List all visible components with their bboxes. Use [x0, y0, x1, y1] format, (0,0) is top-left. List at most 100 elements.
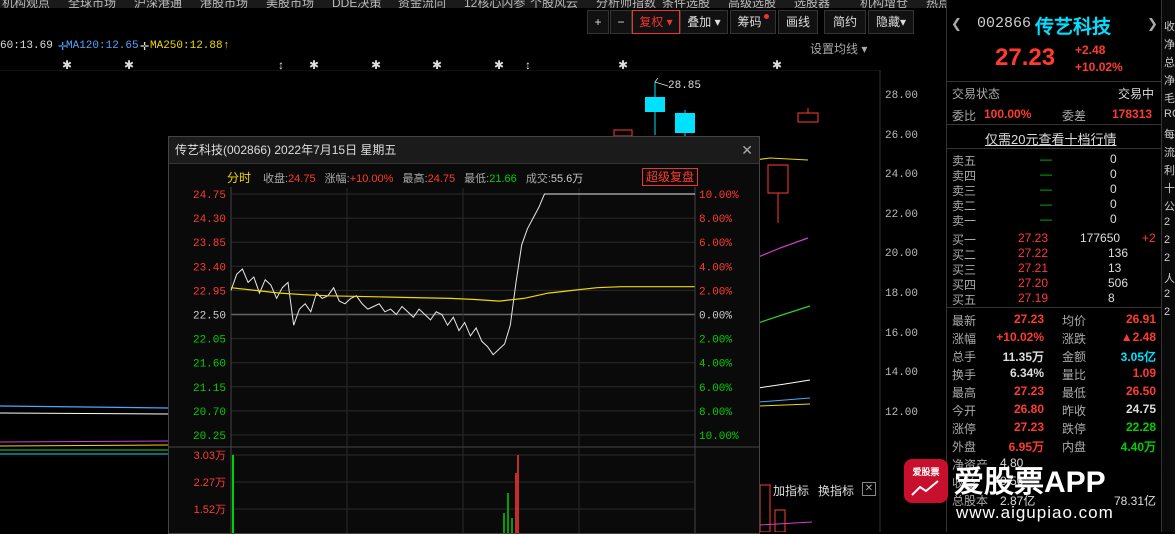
top-nav-item[interactable]: 全球市场: [68, 0, 116, 8]
kline-price-tick: 16.00: [885, 327, 919, 340]
right-tab-item[interactable]: 人: [1164, 270, 1175, 286]
kline-price-tick: 12.00: [885, 406, 919, 419]
fuquan-dropdown[interactable]: 复权 ▾: [632, 10, 680, 34]
pct-tick: 10.00%: [699, 431, 739, 443]
top-nav-item[interactable]: 条件选股: [662, 0, 710, 8]
stat-label: 涨跌: [1062, 332, 1087, 346]
chouma-button[interactable]: 筹码: [730, 10, 776, 34]
right-tab-item[interactable]: 利: [1164, 162, 1175, 178]
right-tab-item[interactable]: 2: [1164, 252, 1170, 264]
right-tab-item[interactable]: 2: [1164, 216, 1170, 228]
zoom-out-button[interactable]: −: [610, 10, 632, 34]
top-nav-item[interactable]: 机构增仓: [860, 0, 908, 8]
right-tab-item[interactable]: 2: [1164, 306, 1170, 318]
right-tab-item[interactable]: 流: [1164, 144, 1175, 160]
price-tick: 24.30: [193, 214, 226, 226]
volume-tick: 2.27万: [194, 477, 226, 489]
orderbook-price: 27.21: [1018, 261, 1049, 275]
top-nav-item[interactable]: 沪深港通: [134, 0, 182, 8]
top-nav-item[interactable]: 选股器: [794, 0, 830, 8]
price-tick: 20.25: [193, 431, 226, 443]
pct-tick: 2.00%: [699, 335, 732, 347]
right-tab-item[interactable]: 2: [1164, 288, 1170, 300]
orderbook-buy-row: 买二 27.22 136: [950, 246, 1158, 262]
brand-badge: 爱股票: [912, 467, 940, 477]
top-nav-item[interactable]: 12核心内参: [464, 0, 525, 8]
orderbook-price: —: [1040, 152, 1052, 166]
right-tab-item[interactable]: 总: [1164, 54, 1175, 70]
right-tab-item[interactable]: 十: [1164, 180, 1175, 196]
prev-stock-icon[interactable]: ❮: [951, 16, 962, 32]
price-tick: 21.15: [193, 383, 226, 395]
kline-price-tick: 28.00: [885, 90, 919, 102]
next-stock-icon[interactable]: ❯: [1147, 16, 1158, 32]
top-nav-item[interactable]: 美股市场: [266, 0, 314, 8]
ma-setting-button[interactable]: 设置均线 ▾: [810, 40, 867, 57]
huaxian-button[interactable]: 画线: [778, 10, 818, 34]
stat-value: 22.28: [1125, 420, 1156, 434]
diejia-dropdown[interactable]: 叠加 ▾: [680, 10, 728, 34]
top-nav-item[interactable]: 机构观点: [2, 0, 50, 8]
stat-label: 涨停: [952, 422, 977, 436]
stat-value: 11.35万: [1002, 350, 1044, 364]
jianyue-button[interactable]: 简约: [824, 10, 866, 34]
yincang-dropdown[interactable]: 隐藏▾: [868, 10, 914, 34]
ma-line-yellow: [757, 403, 811, 407]
pct-tick: 2.00%: [699, 286, 732, 298]
top-nav-item[interactable]: 分析师指数: [596, 0, 656, 8]
chevron-down-icon: ▾: [899, 15, 907, 29]
notification-dot-icon: [763, 14, 769, 19]
orderbook-sell-row: 卖三 —0: [950, 182, 1158, 198]
switch-indicator-button[interactable]: 换指标: [818, 482, 854, 499]
top-nav-item[interactable]: 高级选股: [728, 0, 776, 8]
orderbook-volume: 8: [1108, 291, 1115, 305]
stat-label: 最新: [952, 314, 977, 328]
stat-value: 27.23: [1013, 312, 1044, 326]
top-nav-item[interactable]: DDE决策: [332, 0, 381, 8]
stat-value: ▲2.48: [1120, 330, 1156, 344]
zoom-in-button[interactable]: +: [587, 10, 609, 34]
ma-line-white: [757, 379, 811, 389]
stat-label: 换手: [952, 368, 977, 382]
orderbook-volume: 0: [1110, 167, 1117, 181]
ma-setting-label: 设置均线: [810, 42, 859, 56]
right-tab-item[interactable]: 2: [1164, 234, 1170, 246]
price-tick: 23.85: [193, 238, 226, 250]
kline-price-tick: 20.00: [885, 248, 919, 261]
right-tab-item[interactable]: RO: [1164, 108, 1175, 120]
right-tab-item[interactable]: 收: [1164, 18, 1175, 34]
level10-link[interactable]: 仅需20元查看十档行情: [985, 129, 1116, 148]
top-nav-item[interactable]: 资金流向: [398, 0, 446, 8]
yincang-label: 隐藏: [875, 15, 900, 29]
pct-tick: 0.00%: [699, 311, 732, 323]
right-tab-item[interactable]: 每: [1164, 126, 1175, 142]
quote-stat-row: 今开 26.80 昨收 24.75: [950, 402, 1158, 418]
orderbook-price: —: [1040, 167, 1052, 181]
add-indicator-button[interactable]: 加指标: [773, 482, 809, 499]
top-nav-item[interactable]: 港股市场: [200, 0, 248, 8]
stat-label: 量比: [1062, 368, 1087, 382]
quote-stat-row: 总手 11.35万 金额 3.05亿: [950, 348, 1158, 364]
weibi-value: 100.00%: [984, 107, 1032, 121]
brand-url: www.aigupiao.com: [956, 503, 1114, 522]
stat-label: 内盘: [1062, 440, 1087, 454]
stat-value: 3.05亿: [1120, 350, 1156, 364]
stat-label: 跌停: [1062, 422, 1087, 436]
weibi-label: 委比: [952, 109, 977, 123]
pct-tick: 6.00%: [699, 383, 732, 395]
right-tab-item[interactable]: 毛: [1164, 90, 1175, 106]
stat-label: 总手: [952, 350, 977, 364]
chouma-label: 筹码: [737, 15, 762, 29]
right-tab-item[interactable]: 净: [1164, 72, 1175, 88]
chevron-down-icon: ▾: [714, 15, 721, 29]
right-tab-item[interactable]: 公: [1164, 198, 1175, 214]
orderbook-volume: 0: [1110, 152, 1117, 166]
close-icon[interactable]: ✕: [862, 482, 876, 496]
stat-value: 26.80: [1013, 402, 1044, 416]
right-tab-item[interactable]: 净: [1164, 36, 1175, 52]
stat-value: 24.75: [1125, 402, 1156, 416]
orderbook-level: 买五: [952, 293, 977, 307]
top-nav-item[interactable]: 个股风云: [530, 0, 578, 8]
intraday-chart[interactable]: 24.75 10.00% 24.30 8.00% 23.85 6.00% 23.40 4.00…: [169, 137, 759, 533]
price-change: +2.48: [1075, 43, 1106, 57]
